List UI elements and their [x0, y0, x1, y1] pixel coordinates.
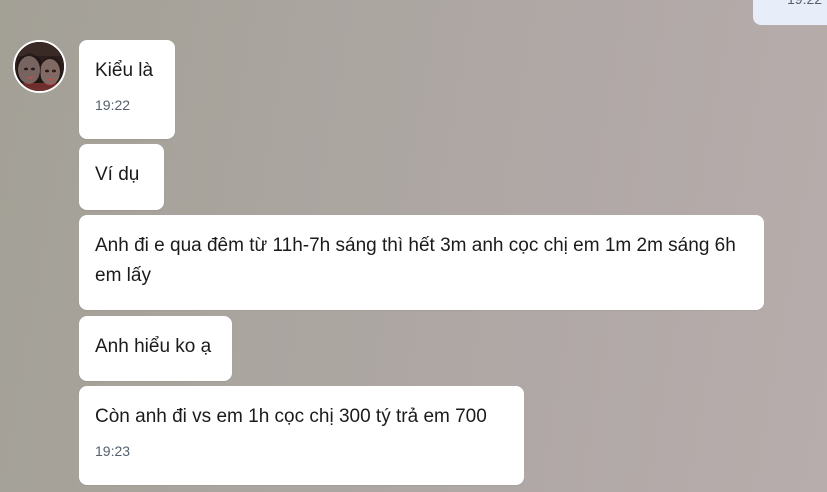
- message-bubble[interactable]: Còn anh đi vs em 1h cọc chị 300 tý trả e…: [79, 386, 524, 485]
- message-text: Anh đi e qua đêm từ 11h-7h sáng thì hết …: [95, 235, 736, 286]
- message-timestamp: 19:22: [95, 97, 131, 113]
- message-text: Anh hiểu ko ạ: [95, 336, 212, 357]
- message-bubble[interactable]: Anh hiểu ko ạ: [79, 316, 232, 381]
- chat-area: 19:22 Kiểu là 19:22 Ví dụ Anh đi e qua đ…: [0, 0, 827, 492]
- message-text: Kiểu là: [95, 60, 154, 81]
- user-photo-avatar-icon: [15, 42, 64, 91]
- message-bubble[interactable]: Anh đi e qua đêm từ 11h-7h sáng thì hết …: [79, 215, 764, 310]
- outgoing-message-bubble[interactable]: 19:22: [753, 0, 827, 25]
- message-text: Ví dụ: [95, 164, 140, 185]
- message-bubble[interactable]: Ví dụ: [79, 144, 164, 210]
- message-timestamp: 19:22: [787, 0, 822, 8]
- message-bubble[interactable]: Kiểu là 19:22: [79, 40, 175, 139]
- message-timestamp: 19:23: [95, 443, 131, 459]
- contact-avatar[interactable]: [13, 40, 66, 93]
- message-text: Còn anh đi vs em 1h cọc chị 300 tý trả e…: [95, 406, 487, 427]
